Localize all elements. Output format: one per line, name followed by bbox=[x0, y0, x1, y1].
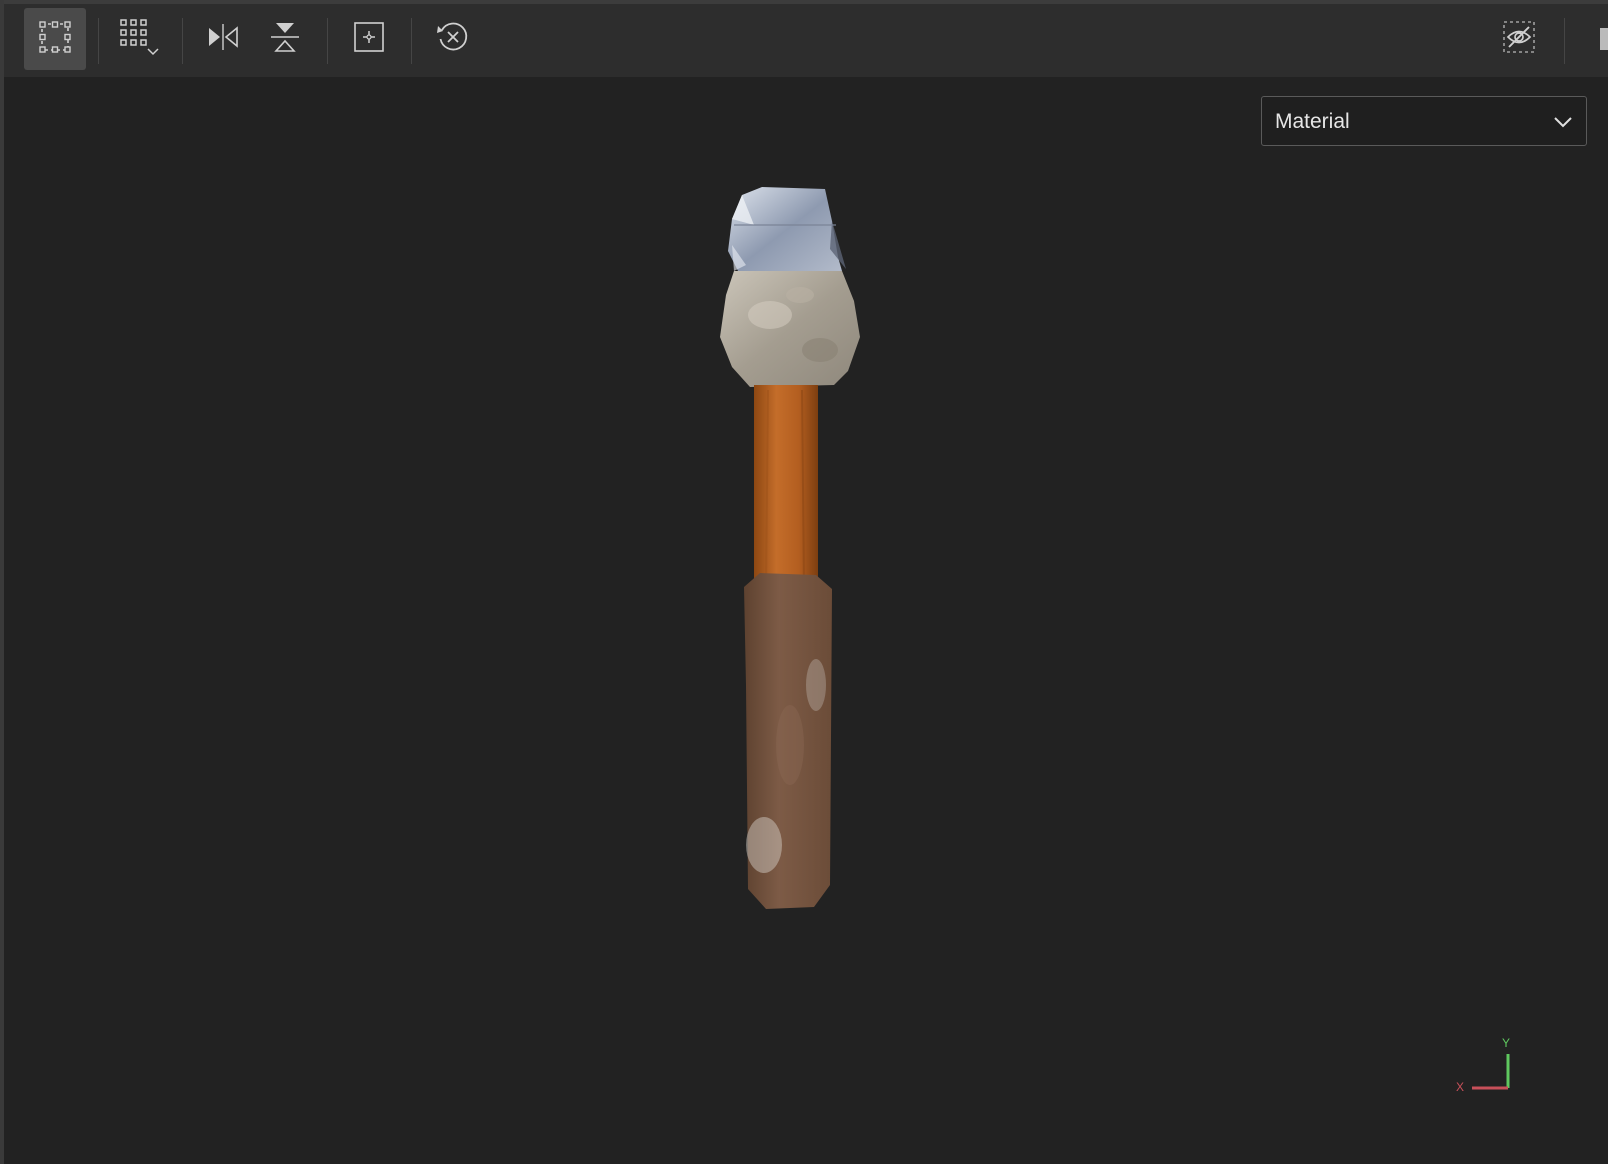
mirror-horizontal-button[interactable] bbox=[192, 8, 254, 70]
grid-options-button[interactable] bbox=[109, 8, 171, 70]
axis-gizmo: Y X bbox=[1456, 1036, 1535, 1115]
select-frame-button[interactable] bbox=[24, 8, 86, 70]
toolbar-separator bbox=[98, 18, 99, 64]
hammer-model[interactable] bbox=[720, 185, 870, 940]
grid-options-icon bbox=[117, 16, 163, 63]
mirror-horizontal-icon bbox=[206, 22, 240, 57]
chevron-down-icon bbox=[1552, 111, 1574, 138]
toolbar-separator bbox=[1564, 18, 1565, 64]
shading-mode-value: Material bbox=[1275, 110, 1350, 133]
panel-edge-button[interactable] bbox=[1600, 28, 1608, 50]
toolbar-separator bbox=[327, 18, 328, 64]
shading-mode-dropdown[interactable]: Material bbox=[1261, 96, 1587, 146]
viewport-toolbar bbox=[4, 0, 1608, 77]
select-frame-icon bbox=[38, 20, 72, 59]
toolbar-separator bbox=[182, 18, 183, 64]
axis-x-label: X bbox=[1456, 1080, 1465, 1094]
axis-y-label: Y bbox=[1502, 1036, 1511, 1050]
reset-view-icon bbox=[435, 19, 471, 60]
visibility-toggle-button[interactable] bbox=[1488, 8, 1550, 70]
toolbar-separator bbox=[411, 18, 412, 64]
frame-selection-icon bbox=[353, 21, 385, 58]
viewport-app: Material Y X bbox=[0, 0, 1608, 1164]
mirror-vertical-icon bbox=[269, 20, 301, 59]
reset-view-button[interactable] bbox=[422, 8, 484, 70]
mirror-vertical-button[interactable] bbox=[254, 8, 316, 70]
frame-selection-button[interactable] bbox=[338, 8, 400, 70]
visibility-off-icon bbox=[1501, 19, 1537, 60]
